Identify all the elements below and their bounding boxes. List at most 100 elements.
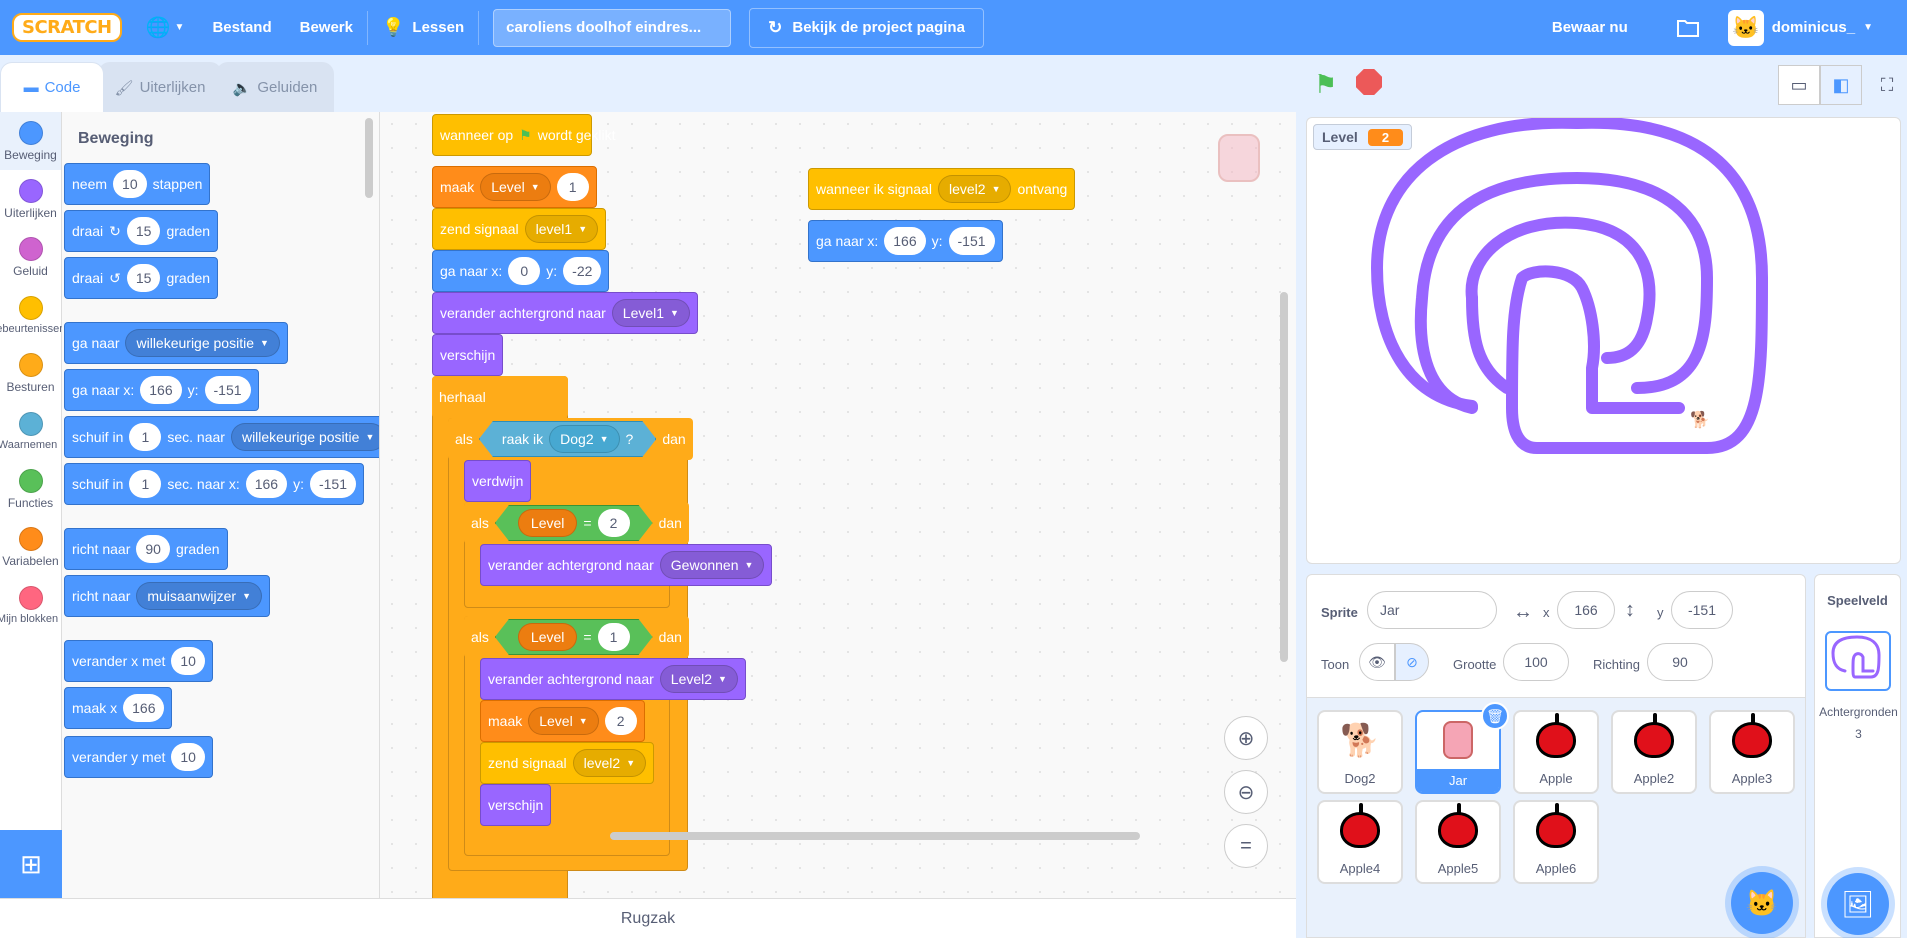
show-hidden-button[interactable]: ⊘ bbox=[1395, 643, 1429, 681]
block-input[interactable]: 1 bbox=[556, 173, 589, 201]
sprite-tile[interactable]: Apple3 bbox=[1709, 710, 1795, 794]
block-goto[interactable]: ga naar willekeurige positie ▼ bbox=[64, 322, 288, 364]
see-project-page-button[interactable]: ↻ Bekijk de project pagina bbox=[749, 7, 984, 48]
sprite-tile[interactable]: 🐕 Dog2 bbox=[1317, 710, 1403, 794]
block-hide[interactable]: verdwijn bbox=[464, 460, 532, 502]
block-when-flag-clicked[interactable]: wanneer op ⚑ wordt geklikt bbox=[432, 114, 616, 156]
sprite-tile[interactable]: Jar 🗑 bbox=[1415, 702, 1509, 794]
my-stuff-button[interactable] bbox=[1662, 0, 1714, 55]
stage-target-panel[interactable]: Speelveld Achtergronden 3 🖼 bbox=[1814, 574, 1901, 938]
block-input[interactable]: 2 bbox=[598, 509, 630, 537]
block-switch-backdrop[interactable]: verander achtergrond naar Level2 ▼ bbox=[480, 658, 746, 700]
block-input[interactable]: 166 bbox=[123, 694, 165, 722]
block-dropdown[interactable]: level2 ▼ bbox=[937, 175, 1012, 203]
block-input[interactable]: 15 bbox=[126, 217, 161, 245]
block-dropdown[interactable]: Level ▼ bbox=[480, 173, 551, 201]
tab-sounds[interactable]: 🔈 Geluiden bbox=[216, 62, 334, 112]
block-glide[interactable]: schuif in 1 sec. naar willekeurige positie ▼ bbox=[64, 416, 379, 458]
zoom-out-button[interactable]: ⊖ bbox=[1224, 770, 1268, 814]
fullscreen-button[interactable]: ⛶ bbox=[1866, 65, 1907, 105]
block-set-x[interactable]: maak x 166 bbox=[64, 687, 173, 729]
block-show[interactable]: verschijn bbox=[480, 784, 552, 826]
block-goto-xy[interactable]: ga naar x: 166 y: -151 bbox=[64, 369, 259, 411]
block-point-direction[interactable]: richt naar 90 graden bbox=[64, 528, 228, 570]
sprite-tile[interactable]: Apple6 bbox=[1513, 800, 1599, 884]
block-input[interactable]: -151 bbox=[204, 376, 251, 404]
block-input[interactable]: 1 bbox=[129, 470, 162, 498]
category-operators[interactable]: Functies bbox=[0, 460, 61, 518]
variable-reporter[interactable]: Level bbox=[518, 623, 577, 651]
block-dropdown[interactable]: willekeurige positie ▼ bbox=[230, 423, 379, 451]
project-title-input[interactable]: caroliens doolhof eindres... bbox=[493, 8, 732, 47]
small-stage-button[interactable]: ▭ bbox=[1778, 65, 1820, 105]
block-goto-xy[interactable]: ga naar x: 166 y: -151 bbox=[808, 220, 1003, 262]
block-dropdown[interactable]: willekeurige positie ▼ bbox=[125, 329, 280, 357]
block-broadcast[interactable]: zend signaal level1 ▼ bbox=[432, 208, 607, 250]
sprite-tile[interactable]: Apple2 bbox=[1611, 710, 1697, 794]
block-turn-right[interactable]: draai ↻ 15 graden bbox=[64, 210, 219, 252]
block-input[interactable]: -22 bbox=[563, 257, 602, 285]
dog-sprite[interactable]: 🐕 bbox=[1690, 410, 1710, 430]
x-input[interactable]: 166 bbox=[1557, 591, 1615, 629]
palette-scrollbar[interactable] bbox=[365, 118, 373, 198]
variable-reporter[interactable]: Level bbox=[518, 509, 577, 537]
zoom-in-button[interactable]: ⊕ bbox=[1224, 716, 1268, 760]
block-goto-xy[interactable]: ga naar x: 0 y: -22 bbox=[432, 250, 610, 292]
backpack[interactable]: Rugzak bbox=[0, 898, 1296, 938]
block-input[interactable]: 10 bbox=[113, 170, 147, 198]
direction-input[interactable]: 90 bbox=[1647, 643, 1713, 681]
block-dropdown[interactable]: Level1 ▼ bbox=[611, 299, 690, 327]
block-input[interactable]: -151 bbox=[948, 227, 995, 255]
add-extension-button[interactable]: ⊞ bbox=[0, 830, 62, 898]
file-menu[interactable]: Bestand bbox=[198, 0, 285, 55]
block-input[interactable]: 2 bbox=[604, 707, 637, 735]
category-events[interactable]: Gebeurtenissen bbox=[0, 286, 65, 344]
variable-monitor[interactable]: Level 2 bbox=[1313, 124, 1413, 150]
block-input[interactable]: 166 bbox=[245, 470, 288, 498]
block-dropdown[interactable]: Level ▼ bbox=[528, 707, 599, 735]
sprite-tile[interactable]: Apple bbox=[1513, 710, 1599, 794]
block-broadcast[interactable]: zend signaal level2 ▼ bbox=[480, 742, 655, 784]
block-dropdown[interactable]: Level2 ▼ bbox=[659, 665, 738, 693]
add-backdrop-button[interactable]: 🖼 bbox=[1827, 873, 1889, 935]
sprite-tile[interactable]: Apple5 bbox=[1415, 800, 1501, 884]
category-control[interactable]: Besturen bbox=[0, 344, 61, 402]
block-dropdown[interactable]: Dog2 ▼ bbox=[549, 425, 619, 453]
size-input[interactable]: 100 bbox=[1503, 643, 1569, 681]
block-equals[interactable]: Level = 2 bbox=[495, 505, 653, 541]
block-when-receive[interactable]: wanneer ik signaal level2 ▼ ontvang bbox=[808, 168, 1076, 210]
block-equals[interactable]: Level = 1 bbox=[495, 619, 653, 655]
block-point-towards[interactable]: richt naar muisaanwijzer ▼ bbox=[64, 575, 270, 617]
block-input[interactable]: 15 bbox=[126, 264, 161, 292]
tab-costumes[interactable]: 🖌 Uiterlijken bbox=[98, 62, 222, 112]
block-input[interactable]: 166 bbox=[884, 227, 926, 255]
block-switch-backdrop[interactable]: verander achtergrond naar Gewonnen ▼ bbox=[480, 544, 773, 586]
category-motion[interactable]: Beweging bbox=[0, 112, 61, 170]
edit-menu[interactable]: Bewerk bbox=[286, 0, 367, 55]
block-switch-backdrop[interactable]: verander achtergrond naar Level1 ▼ bbox=[432, 292, 698, 334]
block-show[interactable]: verschijn bbox=[432, 334, 504, 376]
stage-canvas[interactable]: 🐕 Level 2 bbox=[1306, 117, 1901, 564]
category-my-blocks[interactable]: Mijn blokken bbox=[0, 576, 61, 634]
category-sound[interactable]: Geluid bbox=[0, 228, 61, 286]
block-dropdown[interactable]: muisaanwijzer ▼ bbox=[136, 582, 262, 610]
tutorials-menu[interactable]: 💡 Lessen bbox=[368, 0, 478, 55]
block-turn-left[interactable]: draai ↺ 15 graden bbox=[64, 257, 219, 299]
block-input[interactable]: 1 bbox=[129, 423, 162, 451]
category-sensing[interactable]: Waarnemen bbox=[0, 402, 61, 460]
block-glide-xy[interactable]: schuif in 1 sec. naar x: 166 y: -151 bbox=[64, 463, 365, 505]
delete-sprite-button[interactable]: 🗑 bbox=[1481, 702, 1509, 730]
language-menu[interactable]: 🌐 ▼ bbox=[132, 0, 199, 55]
save-now-button[interactable]: Bewaar nu bbox=[1538, 0, 1642, 55]
block-set-variable[interactable]: maak Level ▼ 1 bbox=[432, 166, 597, 208]
block-input[interactable]: 166 bbox=[140, 376, 182, 404]
block-input[interactable]: -151 bbox=[309, 470, 357, 498]
workspace-scrollbar-horizontal[interactable] bbox=[610, 832, 1140, 840]
add-sprite-button[interactable]: 🐱 bbox=[1731, 872, 1793, 934]
block-set-variable[interactable]: maak Level ▼ 2 bbox=[480, 700, 645, 742]
tab-code[interactable]: ▬ Code bbox=[0, 62, 104, 112]
category-looks[interactable]: Uiterlijken bbox=[0, 170, 61, 228]
block-move-steps[interactable]: neem 10 stappen bbox=[64, 163, 211, 205]
y-input[interactable]: -151 bbox=[1671, 591, 1733, 629]
zoom-reset-button[interactable]: = bbox=[1224, 824, 1268, 868]
